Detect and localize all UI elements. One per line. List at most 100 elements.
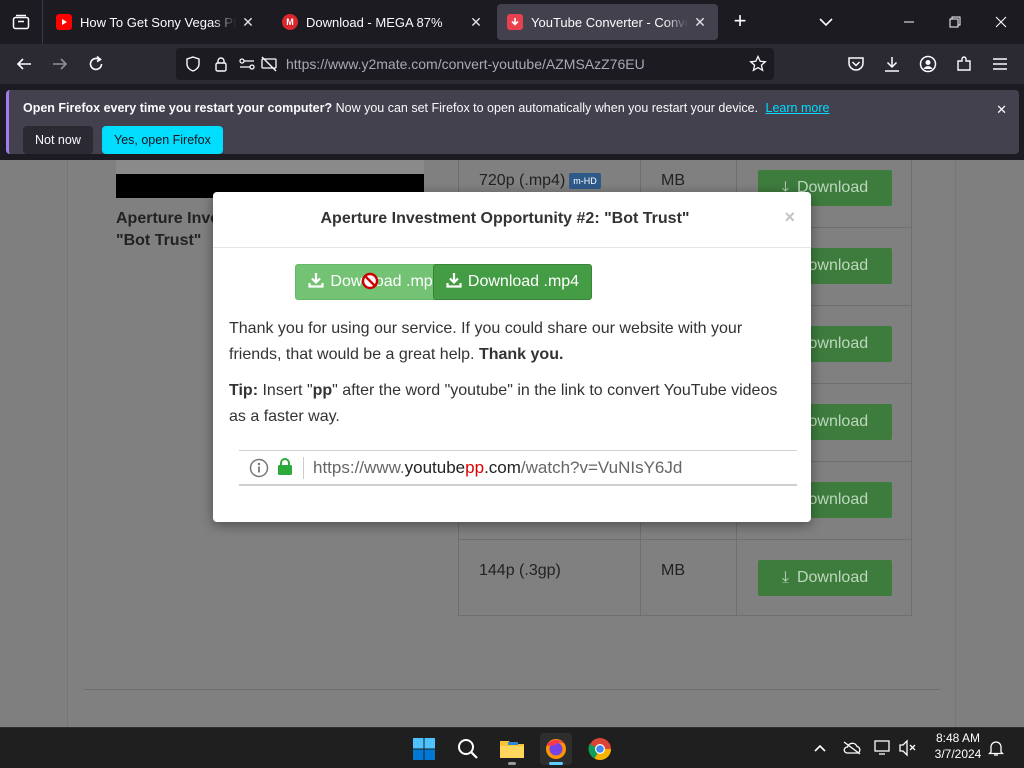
chevron-down-icon [819,18,833,27]
not-now-button[interactable]: Not now [23,126,93,154]
size-cell: MB [661,172,685,189]
chevron-up-icon [814,744,826,752]
chrome-taskbar-button[interactable] [584,733,616,765]
tab-strip: How To Get Sony Vegas PRO 14 ✕ M Downloa… [0,0,1024,44]
file-explorer-button[interactable] [496,733,528,765]
cloud-offline-icon [843,741,861,755]
download-modal: Aperture Investment Opportunity #2: "Bot… [213,192,811,522]
close-tab-icon[interactable]: ✕ [692,14,708,31]
folder-icon [500,741,524,758]
notifications-button[interactable] [986,738,1006,758]
download-icon [308,272,325,293]
notification-bar: Open Firefox every time you restart your… [6,90,1019,154]
notification-area: Open Firefox every time you restart your… [0,84,1024,160]
info-icon [249,458,269,478]
search-button[interactable] [452,733,484,765]
bookmark-star-icon[interactable] [749,55,767,73]
size-cell: MB [661,562,685,579]
download-icon [885,57,899,72]
not-allowed-cursor-icon [361,272,379,290]
minimize-button[interactable] [894,10,924,34]
notification-message: Open Firefox every time you restart your… [23,101,829,115]
restore-icon [949,16,961,28]
firefox-view-button[interactable] [8,8,34,36]
tab-title: How To Get Sony Vegas PRO 14 [80,14,236,30]
tip-label: Tip: [229,382,259,399]
chrome-icon [588,738,611,760]
close-icon [995,16,1007,28]
quality-cell: 144p (.3gp) [479,562,561,579]
modal-close-icon[interactable]: × [784,207,795,228]
footer-divider [84,689,940,690]
account-button[interactable] [915,51,941,77]
lock-icon [278,458,292,475]
tab-youtube-converter[interactable]: YouTube Converter - Convert Y ✕ [497,4,718,40]
arrow-right-icon [53,58,68,70]
thank-you-bold: Thank you. [478,346,564,363]
modal-title: Aperture Investment Opportunity #2: "Bot… [320,210,690,227]
search-icon [458,739,478,759]
running-indicator [508,762,516,765]
network-tray-button[interactable] [874,738,894,758]
volume-tray-button[interactable] [898,738,918,758]
restore-button[interactable] [940,10,970,34]
menu-button[interactable] [987,51,1013,77]
example-url: https://www.youtubepp.com/watch?v=VuNIsY… [313,458,683,477]
tip-url-example-image: https://www.youtubepp.com/watch?v=VuNIsY… [239,450,797,486]
extensions-button[interactable] [951,51,977,77]
network-icon [874,740,890,755]
list-all-tabs-button[interactable] [815,12,837,32]
close-tab-icon[interactable]: ✕ [468,14,484,31]
shield-icon[interactable] [184,55,202,73]
firefox-view-icon [12,14,30,30]
back-button[interactable] [11,51,37,77]
tip-message: Tip: Insert "pp" after the word "youtube… [229,382,778,425]
reload-icon [89,55,103,71]
url-text: https://www.y2mate.com/convert-youtube/A… [286,56,645,72]
mega-icon: M [282,14,298,30]
minimize-icon [904,21,914,23]
download-mp4-button-secondary[interactable]: Download .mp4 [433,264,592,300]
forward-button[interactable] [47,51,73,77]
clock-date: 3/7/2024 [934,747,982,761]
downloads-button[interactable] [879,51,905,77]
thank-you-message: Thank you for using our service. If you … [229,320,743,363]
firefox-icon [546,739,566,759]
speaker-muted-icon [899,739,916,757]
modal-header: Aperture Investment Opportunity #2: "Bot… [213,192,811,248]
show-hidden-icons-button[interactable] [810,738,830,758]
puzzle-icon [957,56,971,71]
tab-title: Download - MEGA 87% [306,14,443,30]
reload-button[interactable] [83,51,109,77]
arrow-left-icon [16,58,31,70]
new-tab-button[interactable]: + [728,10,752,34]
address-bar[interactable]: https://www.y2mate.com/convert-youtube/A… [176,48,774,80]
learn-more-link[interactable]: Learn more [766,101,830,115]
windows-taskbar: 8:48 AM 3/7/2024 [0,727,1024,768]
quality-cell: 720p (.mp4) m-HD [479,172,601,190]
hd-badge: m-HD [569,172,601,189]
onedrive-tray-button[interactable] [842,738,862,758]
permissions-icon[interactable] [238,55,256,73]
close-window-button[interactable] [986,10,1016,34]
screen-share-blocked-icon[interactable] [260,55,278,73]
youtube-icon [56,14,72,30]
account-icon [919,55,937,73]
tab-sony-vegas[interactable]: How To Get Sony Vegas PRO 14 ✕ [46,4,266,40]
close-tab-icon[interactable]: ✕ [240,14,256,31]
tab-mega[interactable]: M Download - MEGA 87% ✕ [272,4,494,40]
system-clock[interactable]: 8:48 AM 3/7/2024 [928,730,988,762]
yes-open-firefox-button[interactable]: Yes, open Firefox [102,126,223,154]
pocket-button[interactable] [843,51,869,77]
lock-icon[interactable] [212,55,230,73]
start-button[interactable] [408,733,440,765]
download-button[interactable]: ⤓Download [758,560,892,596]
close-notification-icon[interactable]: ✕ [996,102,1007,118]
firefox-taskbar-button[interactable] [540,733,572,765]
clock-time: 8:48 AM [935,731,981,745]
download-icon: ⤓ [781,569,789,586]
navigation-toolbar: https://www.y2mate.com/convert-youtube/A… [0,44,1024,84]
windows-logo-icon [413,738,435,760]
hamburger-menu-icon [993,58,1007,70]
notification-body: Now you can set Firefox to open automati… [335,101,759,115]
